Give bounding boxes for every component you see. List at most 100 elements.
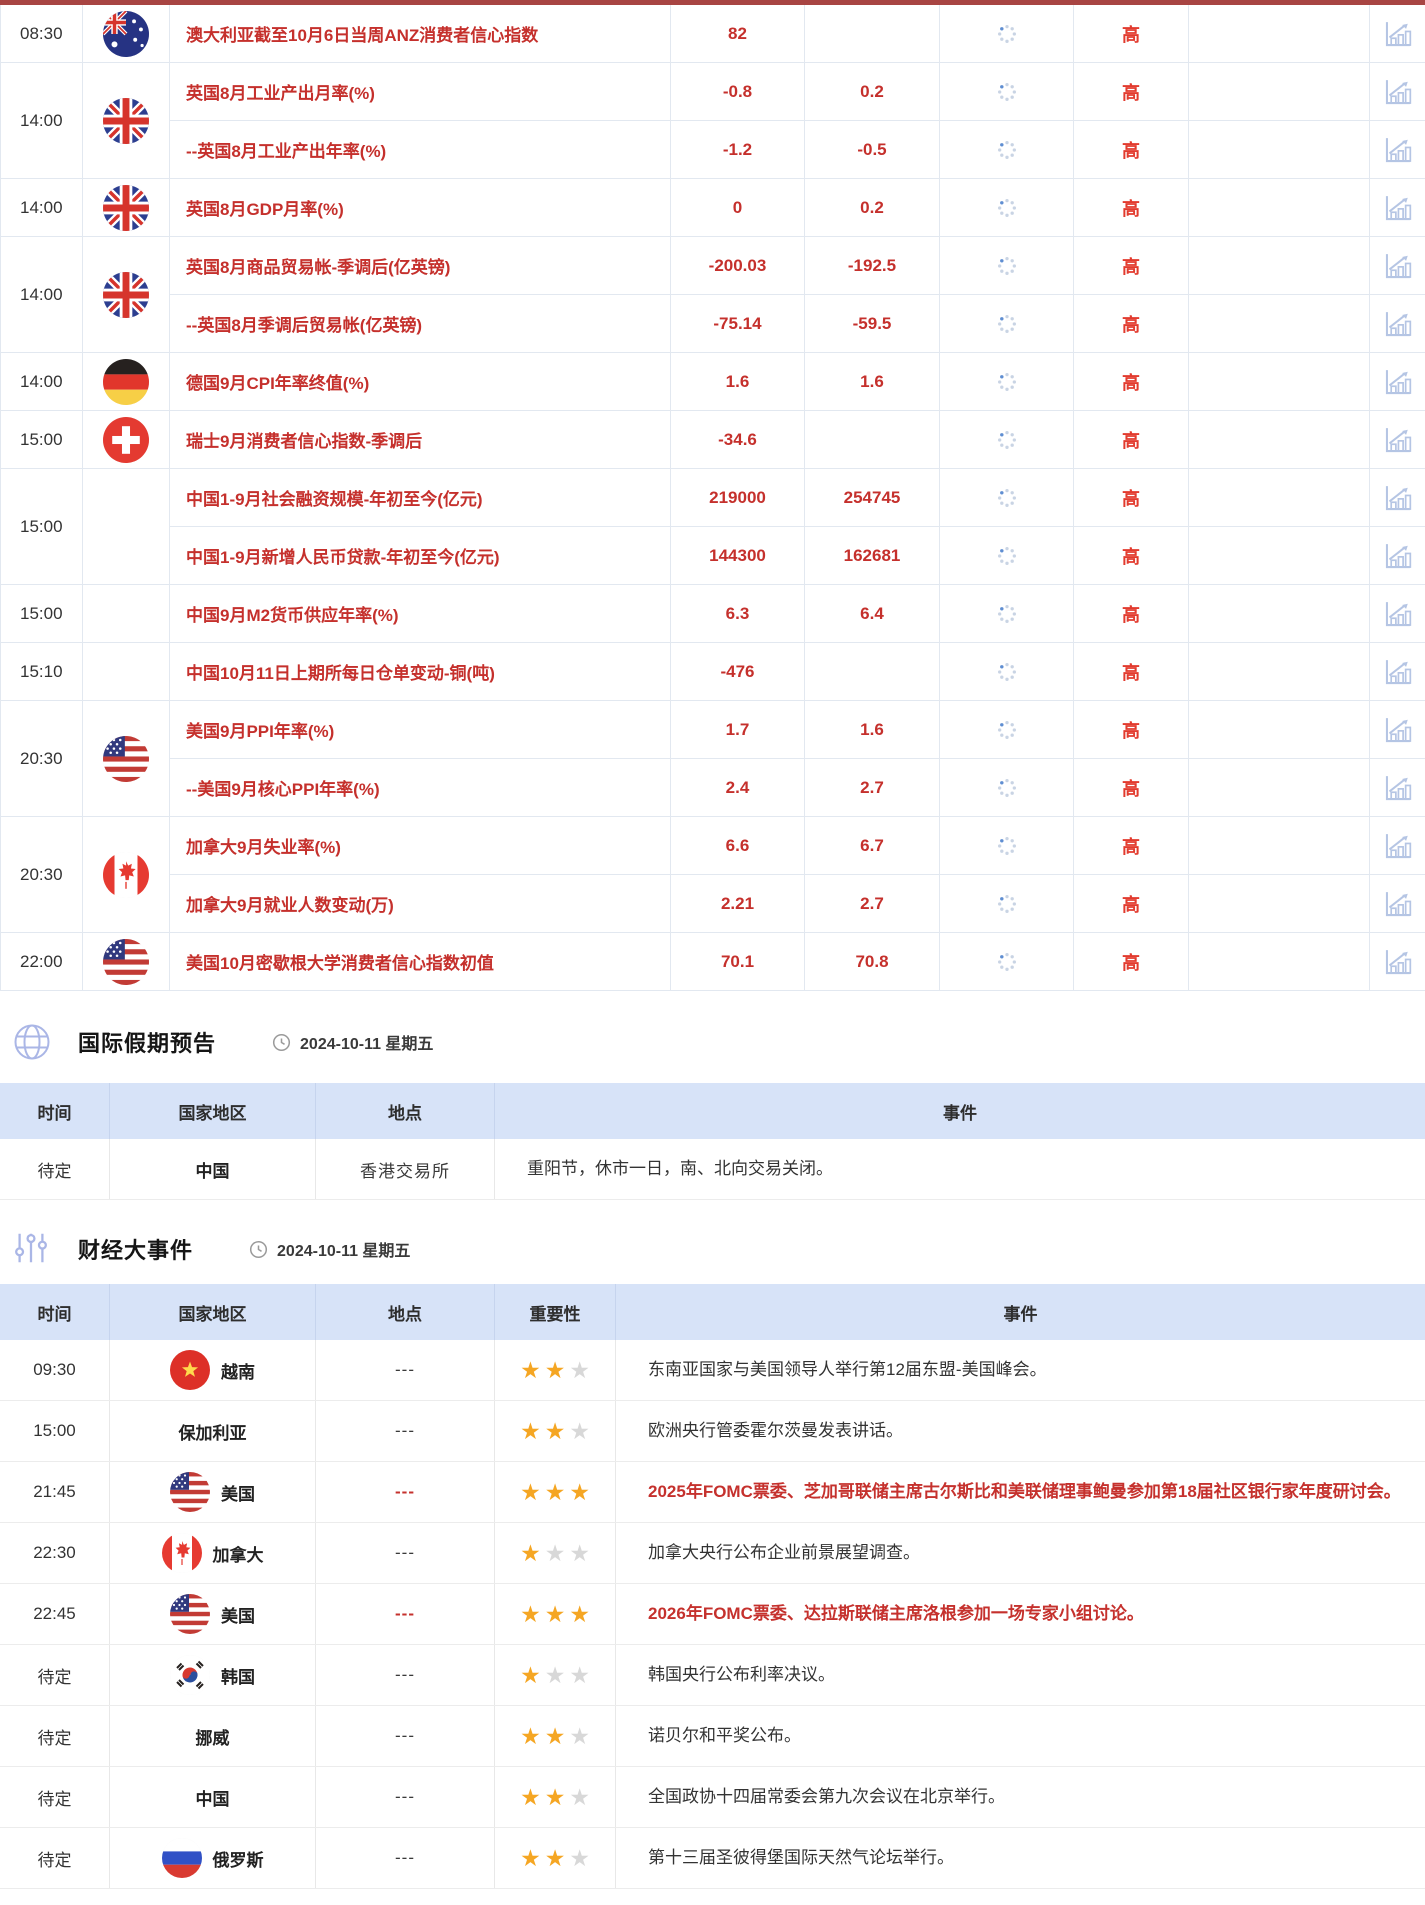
econ-event-name[interactable]: 英国8月商品贸易帐-季调后(亿英镑) xyxy=(170,237,671,294)
event-location: --- xyxy=(316,1767,495,1827)
econ-time: 14:00 xyxy=(1,353,83,410)
econ-event-name[interactable]: 加拿大9月就业人数变动(万) xyxy=(170,875,671,932)
econ-calendar-group: 14:00 英国8月GDP月率(%) 0 0.2 高 xyxy=(1,179,1425,237)
econ-event-name[interactable]: 英国8月GDP月率(%) xyxy=(170,179,671,236)
econ-event-name[interactable]: --美国9月核心PPI年率(%) xyxy=(170,759,671,816)
forecast-value: 70.8 xyxy=(805,933,940,990)
event-country: 美国 xyxy=(110,1462,316,1522)
bar-chart-icon[interactable] xyxy=(1381,539,1415,573)
flag-cell xyxy=(83,179,170,236)
bar-chart-icon[interactable] xyxy=(1381,481,1415,515)
bar-chart-icon[interactable] xyxy=(1381,423,1415,457)
event-row: 待定 俄罗斯 --- ★★★ 第十三届圣彼得堡国际天然气论坛举行。 xyxy=(0,1828,1425,1889)
star-filled-icon: ★ xyxy=(520,1359,541,1382)
forecast-value xyxy=(805,411,940,468)
spinner-cell xyxy=(940,643,1074,700)
bar-chart-icon[interactable] xyxy=(1381,771,1415,805)
econ-calendar-group: 22:00 美国10月密歇根大学消费者信心指数初值 70.1 70.8 高 xyxy=(1,933,1425,991)
econ-calendar-group: 15:00 瑞士9月消费者信心指数-季调后 -34.6 高 xyxy=(1,411,1425,469)
event-time: 15:00 xyxy=(0,1401,110,1461)
bar-chart-icon[interactable] xyxy=(1381,75,1415,109)
econ-event-name[interactable]: 澳大利亚截至10月6日当周ANZ消费者信心指数 xyxy=(170,5,671,62)
econ-event-name[interactable]: 加拿大9月失业率(%) xyxy=(170,817,671,874)
bar-chart-icon[interactable] xyxy=(1381,597,1415,631)
econ-event-name[interactable]: 中国9月M2货币供应年率(%) xyxy=(170,585,671,642)
importance-badge: 高 xyxy=(1074,759,1189,816)
empty-cell xyxy=(1189,63,1370,120)
econ-event-name[interactable]: 瑞士9月消费者信心指数-季调后 xyxy=(170,411,671,468)
bar-chart-icon[interactable] xyxy=(1381,887,1415,921)
spinner-cell xyxy=(940,933,1074,990)
star-empty-icon: ★ xyxy=(569,1542,590,1565)
actual-value: -75.14 xyxy=(671,295,805,352)
econ-event-name[interactable]: --英国8月季调后贸易帐(亿英镑) xyxy=(170,295,671,352)
empty-cell xyxy=(1189,179,1370,236)
actual-value: 6.3 xyxy=(671,585,805,642)
holiday-table: 时间 国家地区 地点 事件 待定 中国 香港交易所 重阳节，休市一日，南、北向交… xyxy=(0,1083,1425,1200)
econ-time: 15:10 xyxy=(1,643,83,700)
flag-usa-icon xyxy=(103,939,149,985)
chart-cell xyxy=(1370,121,1425,178)
bar-chart-icon[interactable] xyxy=(1381,17,1415,51)
bar-chart-icon[interactable] xyxy=(1381,307,1415,341)
actual-value: -1.2 xyxy=(671,121,805,178)
importance-stars: ★★★ xyxy=(495,1340,616,1400)
econ-calendar-group: 14:00 英国8月工业产出月率(%) -0.8 0.2 高 --英国8月工业产… xyxy=(1,63,1425,179)
holiday-row: 待定 中国 香港交易所 重阳节，休市一日，南、北向交易关闭。 xyxy=(0,1139,1425,1200)
econ-event-name[interactable]: 中国1-9月社会融资规模-年初至今(亿元) xyxy=(170,469,671,526)
event-row: 21:45 美国 --- ★★★ 2025年FOMC票委、芝加哥联储主席古尔斯比… xyxy=(0,1462,1425,1523)
bar-chart-icon[interactable] xyxy=(1381,945,1415,979)
actual-value: 1.7 xyxy=(671,701,805,758)
flag-vietnam-icon xyxy=(170,1350,210,1390)
bar-chart-icon[interactable] xyxy=(1381,655,1415,689)
actual-value: -34.6 xyxy=(671,411,805,468)
events-table-header: 时间 国家地区 地点 重要性 事件 xyxy=(0,1284,1425,1340)
empty-cell xyxy=(1189,353,1370,410)
importance-badge: 高 xyxy=(1074,295,1189,352)
econ-calendar-row: 英国8月商品贸易帐-季调后(亿英镑) -200.03 -192.5 高 xyxy=(170,237,1425,294)
chart-cell xyxy=(1370,63,1425,120)
spinner-cell xyxy=(940,121,1074,178)
econ-calendar-row: 美国9月PPI年率(%) 1.7 1.6 高 xyxy=(170,701,1425,758)
bar-chart-icon[interactable] xyxy=(1381,191,1415,225)
econ-calendar-row: --英国8月工业产出年率(%) -1.2 -0.5 高 xyxy=(170,120,1425,178)
star-empty-icon: ★ xyxy=(569,1664,590,1687)
flag-switzerland-icon xyxy=(103,417,149,463)
header-location: 地点 xyxy=(316,1284,495,1340)
econ-event-name[interactable]: 德国9月CPI年率终值(%) xyxy=(170,353,671,410)
econ-event-name[interactable]: --英国8月工业产出年率(%) xyxy=(170,121,671,178)
loading-spinner-icon xyxy=(996,81,1018,103)
bar-chart-icon[interactable] xyxy=(1381,133,1415,167)
forecast-value: 162681 xyxy=(805,527,940,584)
event-description: 东南亚国家与美国领导人举行第12届东盟-美国峰会。 xyxy=(616,1340,1425,1400)
importance-stars: ★★★ xyxy=(495,1706,616,1766)
event-description: 2026年FOMC票委、达拉斯联储主席洛根参加一场专家小组讨论。 xyxy=(616,1584,1425,1644)
tune-sliders-icon xyxy=(12,1229,52,1269)
actual-value: 144300 xyxy=(671,527,805,584)
chart-cell xyxy=(1370,875,1425,932)
forecast-value: 6.7 xyxy=(805,817,940,874)
chart-cell xyxy=(1370,701,1425,758)
bar-chart-icon[interactable] xyxy=(1381,249,1415,283)
flag-russia-icon xyxy=(162,1838,202,1878)
econ-event-name[interactable]: 美国9月PPI年率(%) xyxy=(170,701,671,758)
importance-badge: 高 xyxy=(1074,585,1189,642)
spinner-cell xyxy=(940,353,1074,410)
econ-calendar-row: 美国10月密歇根大学消费者信心指数初值 70.1 70.8 高 xyxy=(170,933,1425,990)
econ-event-name[interactable]: 英国8月工业产出月率(%) xyxy=(170,63,671,120)
bar-chart-icon[interactable] xyxy=(1381,713,1415,747)
event-description: 韩国央行公布利率决议。 xyxy=(616,1645,1425,1705)
importance-badge: 高 xyxy=(1074,817,1189,874)
chart-cell xyxy=(1370,469,1425,526)
spinner-cell xyxy=(940,817,1074,874)
importance-stars: ★★★ xyxy=(495,1523,616,1583)
actual-value: 1.6 xyxy=(671,353,805,410)
bar-chart-icon[interactable] xyxy=(1381,829,1415,863)
econ-event-name[interactable]: 中国10月11日上期所每日仓单变动-铜(吨) xyxy=(170,643,671,700)
spinner-cell xyxy=(940,295,1074,352)
econ-event-name[interactable]: 中国1-9月新增人民币贷款-年初至今(亿元) xyxy=(170,527,671,584)
empty-cell xyxy=(1189,701,1370,758)
loading-spinner-icon xyxy=(996,661,1018,683)
bar-chart-icon[interactable] xyxy=(1381,365,1415,399)
econ-event-name[interactable]: 美国10月密歇根大学消费者信心指数初值 xyxy=(170,933,671,990)
